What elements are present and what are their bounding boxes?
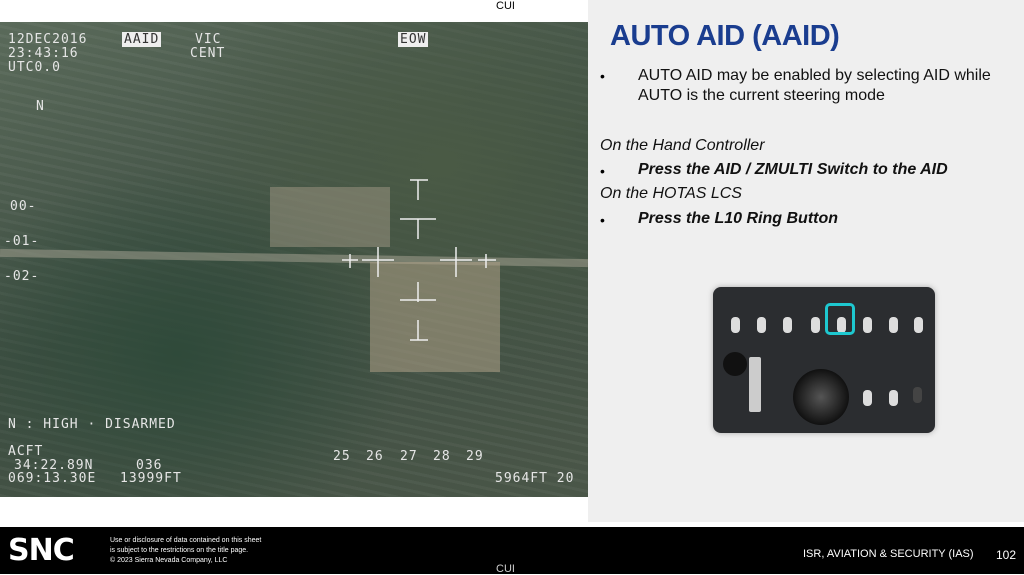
bullet-text: AUTO AID may be enabled by selecting AID…	[638, 67, 991, 104]
joystick	[793, 369, 849, 425]
aid-switch-highlight	[825, 303, 855, 335]
bullet: •	[600, 68, 605, 84]
hand-controller-photo	[713, 287, 935, 433]
section-heading: On the Hand Controller	[600, 137, 765, 154]
heading-tick: 25	[333, 449, 351, 464]
section-heading: On the HOTAS LCS	[600, 185, 742, 202]
osd-altitude: 13999FT	[120, 471, 182, 486]
legal-line: is subject to the restrictions on the ti…	[110, 547, 249, 554]
heading-tick: 26	[366, 449, 384, 464]
heading-tick: 27	[400, 449, 418, 464]
classification-marking-bottom: CUI	[496, 563, 515, 575]
legal-notice: Use or disclosure of data contained on t…	[110, 536, 261, 566]
osd-status: N : HIGH · DISARMED	[8, 417, 176, 432]
organization-name: ISR, AVIATION & SECURITY (IAS)	[803, 548, 974, 560]
sensor-video-frame: 12DEC2016 23:43:16 UTC0.0 AAID VIC CENT …	[0, 22, 588, 497]
heading-tick: 29	[466, 449, 484, 464]
snc-logo: SNC	[8, 533, 75, 568]
bullet: •	[600, 163, 605, 179]
heading-tick: 28	[433, 449, 451, 464]
classification-marking-top: CUI	[496, 0, 515, 12]
bullet: •	[600, 212, 605, 228]
osd-longitude: 069:13.30E	[8, 471, 97, 486]
legal-line: © 2023 Sierra Nevada Company, LLC	[110, 557, 228, 564]
bullet-text: Press the AID / ZMULTI Switch to the AID	[638, 161, 948, 178]
page-number: 102	[996, 548, 1017, 562]
legal-line: Use or disclosure of data contained on t…	[110, 537, 262, 544]
page-title: AUTO AID (AAID)	[610, 20, 840, 52]
osd-acft: ACFT	[8, 444, 44, 459]
osd-slant-range: 5964FT 20	[495, 471, 575, 486]
bullet-text: Press the L10 Ring Button	[638, 210, 839, 227]
